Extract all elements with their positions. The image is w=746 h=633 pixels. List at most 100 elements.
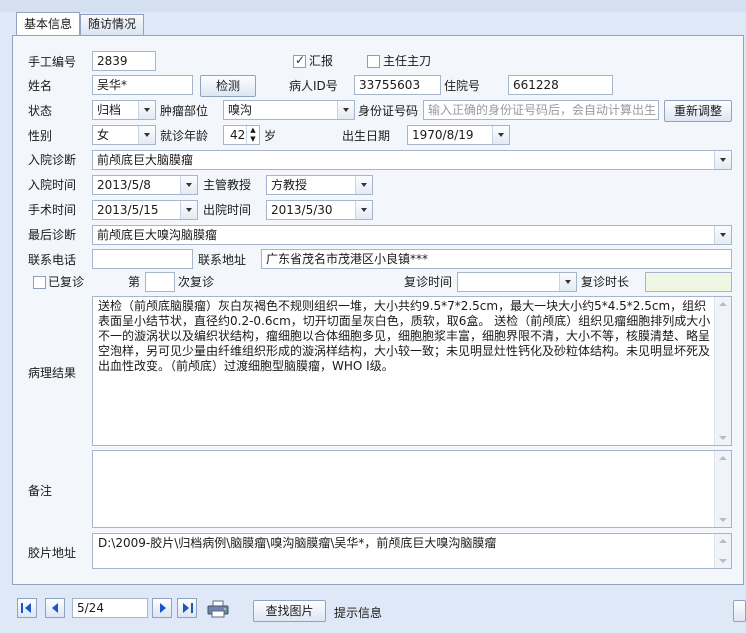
- scroll-down-icon[interactable]: [719, 436, 727, 440]
- professor-select[interactable]: 方教授: [266, 175, 373, 195]
- film-path-label: 胶片地址: [28, 546, 77, 560]
- address-label: 联系地址: [198, 253, 247, 267]
- gender-select[interactable]: 女: [92, 125, 156, 145]
- chief-surgeon-checkbox[interactable]: [367, 55, 380, 68]
- admit-diag-select[interactable]: 前颅底巨大脑膜瘤: [92, 150, 732, 170]
- tab-label: 基本信息: [23, 17, 72, 31]
- admit-diag-label: 入院诊断: [28, 153, 77, 167]
- spin-down-icon[interactable]: ▼: [246, 135, 259, 144]
- age-stepper[interactable]: 42 ▲ ▼: [223, 125, 260, 145]
- hospital-no-label: 住院号: [444, 79, 481, 93]
- surgery-time-value: 2013/5/15: [97, 203, 159, 217]
- tab-basic-info[interactable]: 基本信息: [16, 12, 80, 36]
- tumor-site-label: 肿瘤部位: [160, 104, 209, 118]
- chief-surgeon-label: 主任主刀: [383, 54, 432, 68]
- report-checkbox[interactable]: [293, 53, 306, 68]
- window-top-strip: [0, 0, 746, 12]
- chevron-down-icon[interactable]: [337, 101, 354, 119]
- revisit-duration-input[interactable]: [645, 272, 732, 292]
- status-value: 归档: [97, 103, 122, 117]
- vertical-scrollbar[interactable]: [714, 451, 731, 527]
- revisit-time-picker[interactable]: [457, 272, 577, 292]
- discharge-time-value: 2013/5/30: [271, 203, 333, 217]
- chevron-down-icon[interactable]: [355, 176, 372, 194]
- admit-time-value: 2013/5/8: [97, 178, 151, 192]
- detect-button[interactable]: 检测: [200, 75, 256, 97]
- hospital-no-input[interactable]: 661228: [508, 75, 613, 95]
- printer-icon[interactable]: [206, 600, 230, 618]
- age-value: 42: [230, 128, 246, 142]
- phone-input[interactable]: [92, 249, 193, 269]
- revisit-checkbox[interactable]: [33, 276, 46, 289]
- vertical-scrollbar[interactable]: [714, 297, 731, 445]
- discharge-time-picker[interactable]: 2013/5/30: [266, 200, 373, 220]
- revisit-duration-label: 复诊时长: [581, 275, 630, 289]
- chevron-down-icon[interactable]: [492, 126, 509, 144]
- last-page-icon[interactable]: [177, 598, 197, 618]
- spin-up-icon[interactable]: ▲: [246, 126, 259, 135]
- right-edge-button[interactable]: [733, 600, 746, 622]
- patient-id-input[interactable]: 33755603: [354, 75, 441, 95]
- find-image-button[interactable]: 查找图片: [253, 600, 326, 622]
- gender-label: 性别: [28, 129, 53, 143]
- vertical-scrollbar[interactable]: [714, 534, 731, 568]
- admit-time-label: 入院时间: [28, 178, 77, 192]
- id-card-input[interactable]: 输入正确的身份证号码后，会自动计算出生日: [423, 100, 659, 120]
- record-no-label: 手工编号: [28, 55, 77, 69]
- tumor-site-value: 嗅沟: [228, 103, 253, 117]
- status-select[interactable]: 归档: [92, 100, 156, 120]
- chevron-down-icon[interactable]: [138, 101, 155, 119]
- revisit-no-suffix: 次复诊: [178, 275, 215, 289]
- discharge-time-label: 出院时间: [203, 203, 252, 217]
- professor-label: 主管教授: [203, 178, 252, 192]
- chevron-down-icon[interactable]: [559, 273, 576, 291]
- name-label: 姓名: [28, 79, 53, 93]
- chevron-down-icon[interactable]: [355, 201, 372, 219]
- hint-label: 提示信息: [334, 606, 383, 620]
- chevron-down-icon[interactable]: [138, 126, 155, 144]
- birth-date-picker[interactable]: 1970/8/19: [407, 125, 510, 145]
- pathology-text: 送检（前颅底脑膜瘤）灰白灰褐色不规则组织一堆，大小共约9.5*7*2.5cm，最…: [98, 299, 711, 373]
- first-page-icon[interactable]: [17, 598, 37, 618]
- status-label: 状态: [28, 104, 53, 118]
- final-diag-label: 最后诊断: [28, 228, 77, 242]
- final-diag-value: 前颅底巨大嗅沟脑膜瘤: [97, 228, 218, 242]
- scroll-up-icon[interactable]: [719, 539, 727, 543]
- patient-id-label: 病人ID号: [289, 79, 338, 93]
- record-no-input[interactable]: 2839: [92, 51, 156, 71]
- remarks-textarea[interactable]: [92, 450, 732, 528]
- birth-date-value: 1970/8/19: [412, 128, 474, 142]
- pathology-label: 病理结果: [28, 366, 77, 380]
- chevron-down-icon[interactable]: [180, 176, 197, 194]
- surgery-time-picker[interactable]: 2013/5/15: [92, 200, 198, 220]
- film-path-textarea[interactable]: D:\2009-胶片\归档病例\脑膜瘤\嗅沟脑膜瘤\吴华*，前颅底巨大嗅沟脑膜瘤: [92, 533, 732, 569]
- final-diag-select[interactable]: 前颅底巨大嗅沟脑膜瘤: [92, 225, 732, 245]
- scroll-down-icon[interactable]: [719, 518, 727, 522]
- revisit-no-input[interactable]: [145, 272, 175, 292]
- scroll-up-icon[interactable]: [719, 456, 727, 460]
- remarks-label: 备注: [28, 484, 53, 498]
- gender-value: 女: [97, 128, 110, 142]
- chevron-down-icon[interactable]: [714, 226, 731, 244]
- page-indicator[interactable]: 5/24: [72, 598, 148, 618]
- readjust-button[interactable]: 重新调整: [664, 100, 732, 122]
- scroll-down-icon[interactable]: [719, 559, 727, 563]
- revisit-time-label: 复诊时间: [404, 275, 453, 289]
- chevron-down-icon[interactable]: [180, 201, 197, 219]
- professor-value: 方教授: [271, 178, 308, 192]
- address-input[interactable]: 广东省茂名市茂港区小良镇***: [261, 249, 732, 269]
- tab-followup[interactable]: 随访情况: [80, 14, 144, 35]
- tumor-site-select[interactable]: 嗅沟: [223, 100, 355, 120]
- chevron-down-icon[interactable]: [714, 151, 731, 169]
- scroll-up-icon[interactable]: [719, 302, 727, 306]
- name-input[interactable]: 吴华*: [92, 75, 193, 95]
- tab-label: 随访情况: [87, 17, 136, 31]
- film-path-text: D:\2009-胶片\归档病例\脑膜瘤\嗅沟脑膜瘤\吴华*，前颅底巨大嗅沟脑膜瘤: [98, 536, 497, 550]
- prev-page-icon[interactable]: [45, 598, 65, 618]
- phone-label: 联系电话: [28, 253, 77, 267]
- pathology-textarea[interactable]: 送检（前颅底脑膜瘤）灰白灰褐色不规则组织一堆，大小共约9.5*7*2.5cm，最…: [92, 296, 732, 446]
- age-label: 就诊年龄: [160, 129, 209, 143]
- next-page-icon[interactable]: [152, 598, 172, 618]
- report-label: 汇报: [309, 54, 334, 68]
- admit-time-picker[interactable]: 2013/5/8: [92, 175, 198, 195]
